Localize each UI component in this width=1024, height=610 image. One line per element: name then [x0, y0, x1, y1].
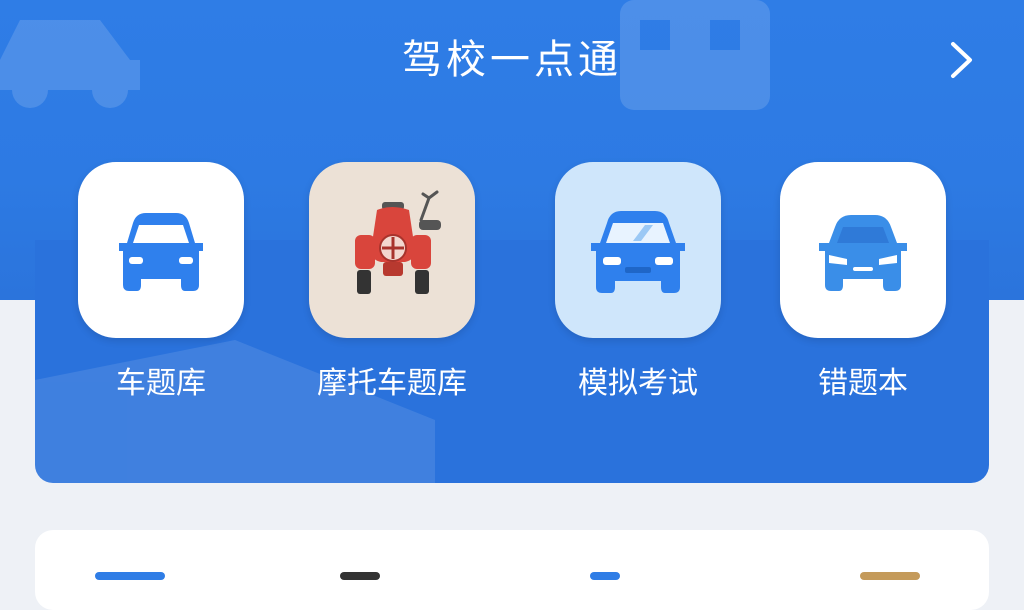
card-item-preview — [340, 572, 380, 580]
menu-item-car-questions[interactable]: 车题库 — [78, 162, 244, 404]
menu-item-label: 摩托车题库 — [317, 366, 467, 401]
more-button[interactable] — [940, 38, 984, 82]
motorcycle-questions-icon-box — [309, 162, 475, 338]
wrong-questions-icon-box — [780, 162, 946, 338]
card-item-preview — [590, 572, 620, 580]
car-questions-icon-box — [78, 162, 244, 338]
menu-item-wrong-questions[interactable]: 错题本 — [780, 162, 946, 404]
card-item-preview — [95, 572, 165, 580]
chevron-right-icon — [951, 42, 972, 78]
menu-item-label: 车题库 — [116, 366, 206, 401]
page-title: 驾校一点通 — [402, 37, 622, 83]
card-item-preview — [860, 572, 920, 580]
menu-item-label: 模拟考试 — [578, 366, 698, 401]
car-front-icon — [119, 213, 203, 291]
menu-item-label: 错题本 — [818, 366, 908, 401]
mock-exam-icon-box — [555, 162, 721, 338]
motorcycle-icon — [355, 190, 441, 294]
car-front-icon — [819, 215, 907, 291]
car-front-icon — [591, 210, 685, 293]
content-card — [35, 530, 989, 610]
menu-item-motorcycle-questions[interactable]: 摩托车题库 — [309, 162, 475, 404]
menu-item-mock-exam[interactable]: 模拟考试 — [555, 162, 721, 404]
